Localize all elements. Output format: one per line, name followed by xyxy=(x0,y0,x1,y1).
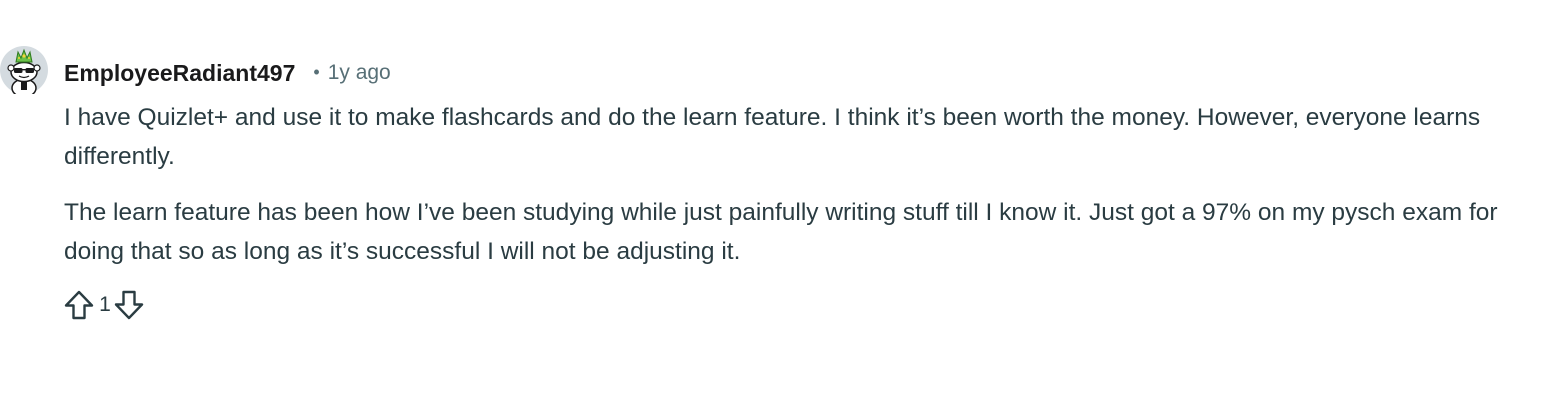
vote-count: 1 xyxy=(99,293,111,316)
comment-meta: EmployeeRadiant497 • 1y ago xyxy=(64,58,391,88)
downvote-arrow-icon xyxy=(114,290,144,320)
upvote-button[interactable] xyxy=(62,288,96,322)
meta-separator: • xyxy=(313,61,320,82)
comment-paragraph: The learn feature has been how I’ve been… xyxy=(64,199,1498,265)
comment: EmployeeRadiant497 • 1y ago I have Quizl… xyxy=(0,0,1554,400)
timestamp[interactable]: 1y ago xyxy=(328,61,391,85)
downvote-button[interactable] xyxy=(112,288,146,322)
snoo-avatar-icon xyxy=(0,46,48,94)
comment-paragraph: I have Quizlet+ and use it to make flash… xyxy=(64,104,1481,170)
author-name[interactable]: EmployeeRadiant497 xyxy=(64,60,295,87)
vote-bar: 1 xyxy=(62,287,146,323)
user-avatar[interactable] xyxy=(0,46,48,94)
comment-body: I have Quizlet+ and use it to make flash… xyxy=(64,98,1504,288)
upvote-arrow-icon xyxy=(64,290,94,320)
